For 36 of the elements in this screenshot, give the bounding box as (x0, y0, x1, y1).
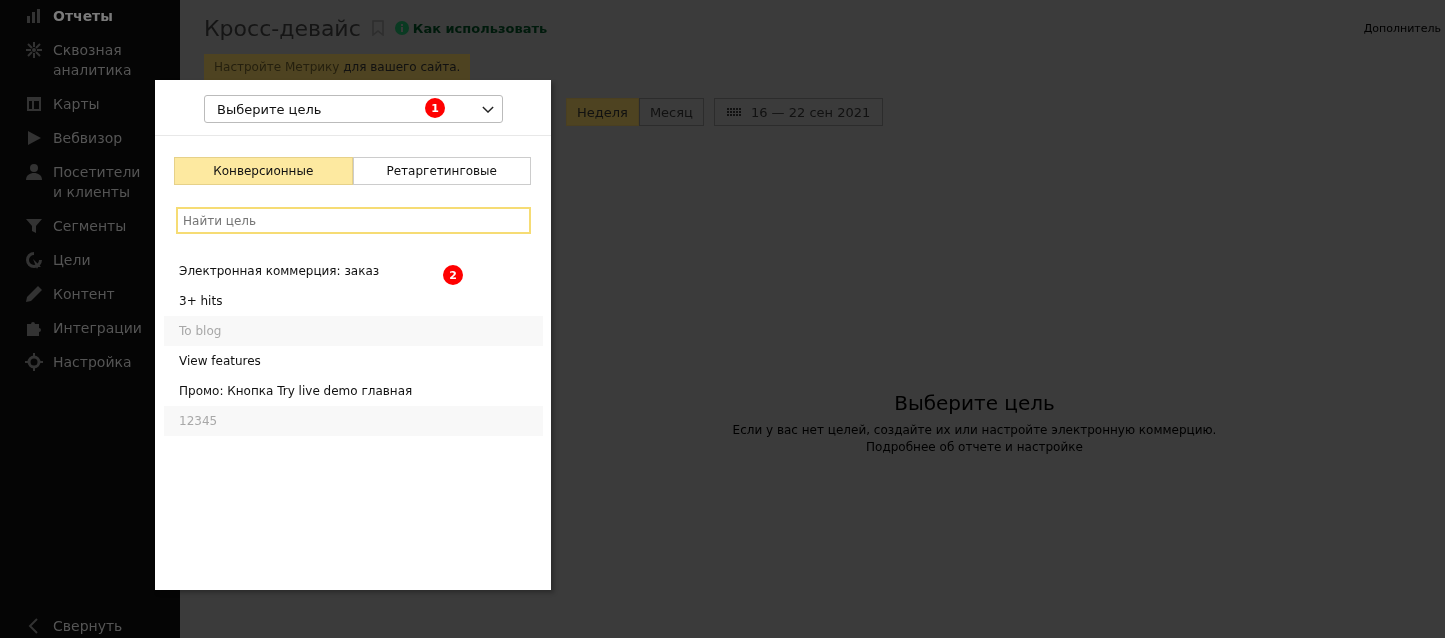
sidebar-item[interactable]: Интеграции (0, 313, 142, 347)
period-tab[interactable]: Неделя (566, 98, 639, 126)
sidebar-item[interactable]: Посетители и клиенты (0, 157, 153, 211)
goal-type-tab[interactable]: Конверсионные (174, 157, 353, 185)
sidebar-item[interactable]: Отчеты (0, 0, 113, 35)
search-field[interactable]: Найти цель (176, 207, 531, 234)
goal-item[interactable]: View features (164, 346, 276, 376)
sidebar-item[interactable]: Сегменты (0, 211, 127, 245)
sidebar-item[interactable]: Настройка (0, 347, 132, 381)
sidebar-item[interactable]: Вебвизор (0, 123, 123, 157)
bar-chart-icon (25, 7, 43, 25)
help-link[interactable]: Как использовать (394, 20, 548, 36)
more-link[interactable]: Дополнитель (1363, 21, 1441, 35)
sidebar-item[interactable]: Контент (0, 279, 115, 313)
chevron-down-icon (482, 105, 494, 113)
goal-type-tab[interactable]: Ретаргетинговые (352, 157, 531, 185)
sidebar-item[interactable]: Карты (0, 89, 100, 123)
settings-icon (25, 353, 43, 371)
play-icon (25, 129, 43, 147)
layout-icon (25, 95, 43, 113)
puzzle-icon (25, 319, 43, 337)
empty-state-title: Выберите цель (894, 391, 1055, 415)
funnel-icon (25, 217, 43, 235)
goal-item[interactable]: Электронная коммерция: заказ (164, 256, 395, 286)
info-icon (394, 21, 409, 35)
person-icon (25, 163, 43, 181)
sidebar-item[interactable]: Цели (0, 245, 91, 279)
empty-state-text: Если у вас нет целей, создайте их или настройте электронную коммерцию. (732, 423, 1217, 437)
sidebar-item[interactable]: Сквозная аналитика (0, 35, 153, 89)
collapse-button[interactable]: Свернуть (0, 611, 123, 638)
goal-item[interactable]: 3+ hits (164, 286, 238, 316)
calendar-grid-icon (726, 108, 741, 116)
burst-icon (25, 41, 43, 59)
target-icon (25, 251, 43, 269)
pencil-icon (25, 285, 43, 303)
goal-item[interactable]: Промо: Кнопка Try live demo главная (164, 376, 428, 406)
